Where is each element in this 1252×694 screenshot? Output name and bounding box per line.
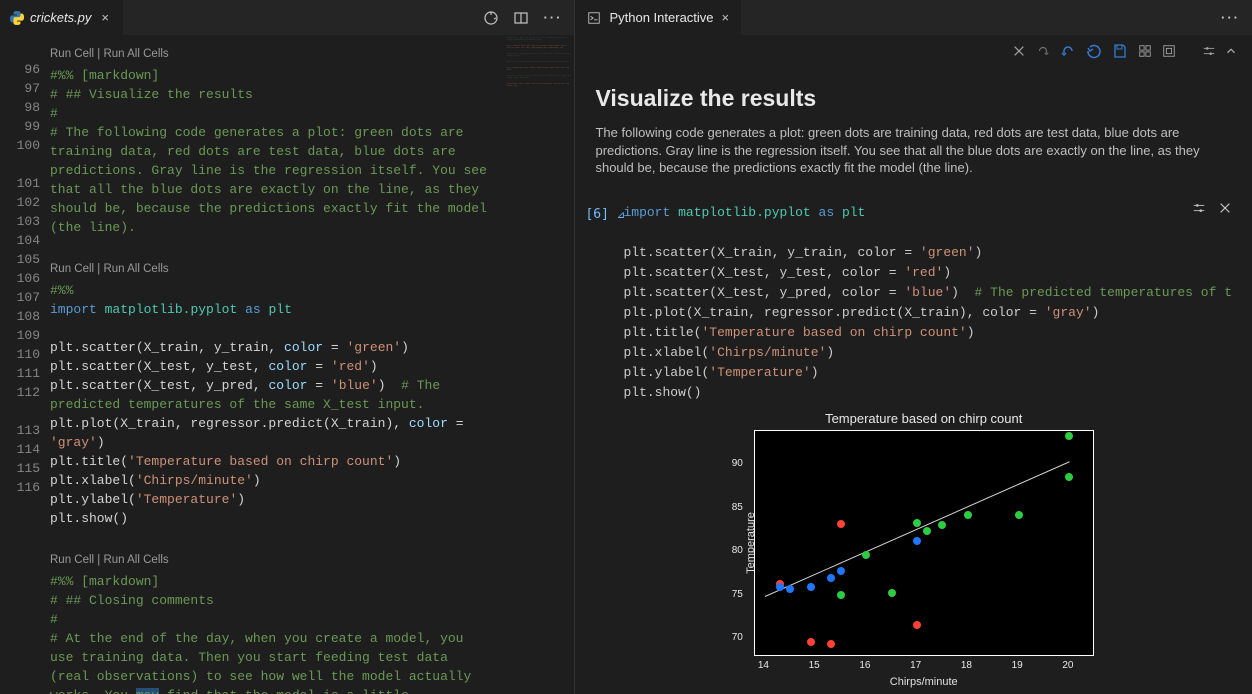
interactive-toolbar [575, 35, 1252, 67]
tab-close-icon[interactable]: × [97, 10, 113, 25]
interactive-more-icon[interactable]: ··· [1221, 10, 1240, 25]
chart-output: Temperature based on chirp count Tempera… [595, 411, 1232, 688]
more-actions-icon[interactable]: ··· [543, 10, 562, 26]
chart-xlabel: Chirps/minute [890, 676, 958, 688]
run-cell-icon[interactable] [483, 10, 499, 26]
python-icon [10, 11, 24, 25]
chart-title: Temperature based on chirp count [825, 411, 1022, 426]
restart-icon[interactable] [1086, 43, 1102, 59]
markdown-heading: Visualize the results [595, 85, 1232, 112]
cell-settings-icon[interactable] [1192, 201, 1206, 215]
settings-icon[interactable] [1202, 44, 1216, 58]
editor-pane: crickets.py × ··· 96979899100 1011021031… [0, 0, 575, 694]
interactive-pane: Python Interactive × ··· Visualize the r… [575, 0, 1252, 694]
undo-icon[interactable] [1060, 43, 1076, 59]
export-icon[interactable] [1138, 44, 1152, 58]
tab-filename: crickets.py [30, 10, 91, 25]
remove-cell-icon[interactable] [1012, 44, 1026, 58]
chart-plot-area [754, 430, 1094, 656]
tab-crickets[interactable]: crickets.py × [0, 0, 123, 35]
interactive-tab-label: Python Interactive [609, 10, 713, 25]
line-numbers: 96979899100 1011021031041051061071081091… [0, 35, 50, 694]
split-editor-icon[interactable] [513, 10, 529, 26]
save-icon[interactable] [1112, 43, 1128, 59]
code-area[interactable]: Run Cell | Run All Cells#%% [markdown]# … [50, 35, 502, 694]
code-editor[interactable]: 96979899100 1011021031041051061071081091… [0, 35, 574, 694]
minimap[interactable]: xxxxxx xxx xxx xxx xx xxxxx xxx xxxxxx\n… [502, 35, 574, 694]
cell-close-icon[interactable] [1218, 201, 1232, 215]
collapse-icon[interactable] [1224, 44, 1238, 58]
interactive-icon [587, 11, 601, 25]
editor-tabbar: crickets.py × ··· [0, 0, 574, 35]
code-cell: [6] ⊿ import matplotlib.pyplot as plt pl… [595, 203, 1232, 403]
cell-execution-count: [6] ⊿ [585, 207, 625, 222]
markdown-paragraph: The following code generates a plot: gre… [595, 124, 1232, 177]
interactive-body: Visualize the results The following code… [575, 67, 1252, 694]
tab-python-interactive[interactable]: Python Interactive × [575, 0, 741, 35]
expand-icon[interactable] [1162, 44, 1176, 58]
interactive-close-icon[interactable]: × [722, 10, 730, 25]
interactive-tabbar: Python Interactive × ··· [575, 0, 1252, 35]
cell-code-area[interactable]: import matplotlib.pyplot as plt plt.scat… [595, 203, 1232, 403]
redo-icon[interactable] [1036, 44, 1050, 58]
